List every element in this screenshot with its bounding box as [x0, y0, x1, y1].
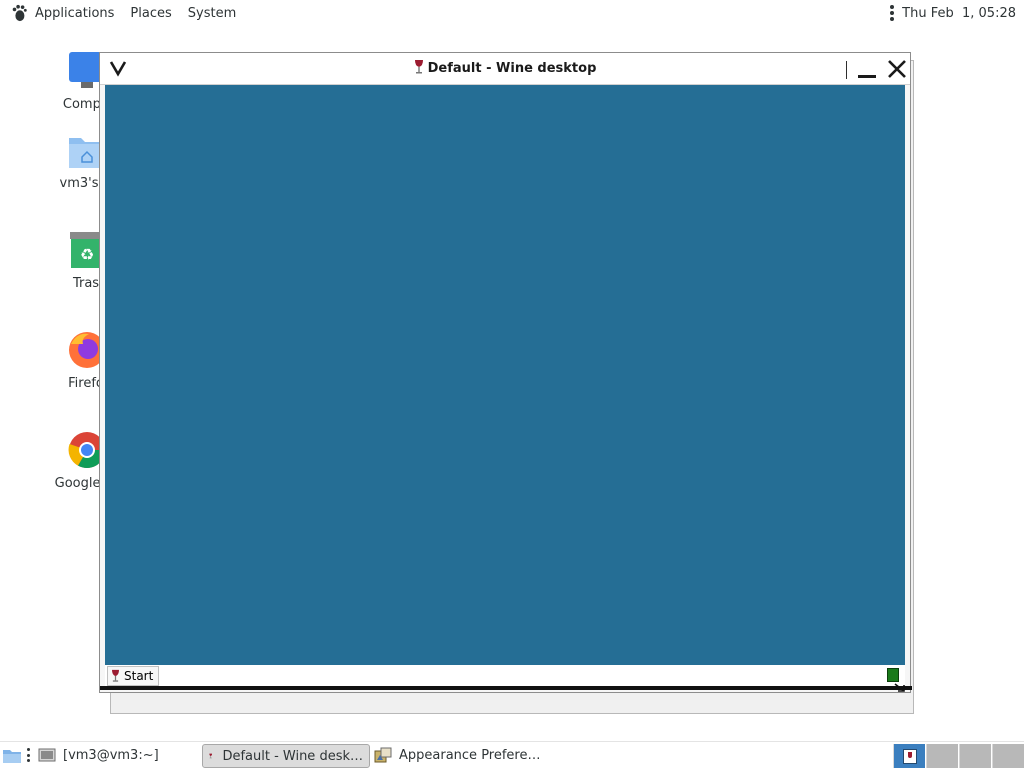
titlebar-separator	[846, 61, 847, 79]
panel-handle-icon[interactable]	[27, 742, 31, 768]
show-desktop-button[interactable]	[2, 742, 22, 768]
show-desktop-icon	[3, 750, 21, 763]
workspace-4[interactable]	[992, 744, 1024, 768]
window-bottom-border	[100, 686, 912, 690]
svg-text:♻: ♻	[80, 245, 94, 264]
wine-desktop-window[interactable]: Default - Wine desktop Start	[99, 52, 912, 693]
wine-glass-icon	[414, 60, 423, 74]
minimize-icon[interactable]	[856, 61, 878, 79]
task-wine-desktop[interactable]: Default - Wine desk…	[202, 744, 370, 768]
task-terminal[interactable]: [vm3@vm3:~]	[38, 742, 159, 768]
wine-glass-icon	[209, 753, 213, 759]
task-appearance-preferences[interactable]: Appearance Prefere…	[374, 742, 541, 768]
start-label: Start	[124, 669, 154, 683]
window-title: Default - Wine desktop	[100, 53, 910, 84]
workspace-2[interactable]	[926, 744, 958, 768]
terminal-icon	[38, 748, 56, 762]
bottom-panel: [vm3@vm3:~] Default - Wine desk… Appeara…	[0, 741, 1024, 768]
applications-menu[interactable]: Applications	[35, 6, 114, 21]
system-menu[interactable]: System	[188, 6, 236, 21]
resize-grip-icon[interactable]	[893, 682, 907, 692]
panel-handle-icon[interactable]	[890, 5, 895, 21]
wine-desktop-area[interactable]	[105, 85, 905, 665]
task-label: [vm3@vm3:~]	[63, 747, 159, 763]
top-panel: Applications Places System Thu Feb 1, 05…	[0, 0, 1024, 26]
wine-taskbar: Start	[105, 665, 905, 686]
workspace-3[interactable]	[959, 744, 991, 768]
gnome-foot-icon[interactable]	[10, 4, 28, 22]
systray-icon[interactable]	[887, 668, 899, 682]
workspace-1[interactable]	[893, 744, 925, 768]
appearance-icon	[374, 747, 392, 763]
task-label: Default - Wine desk…	[222, 748, 363, 764]
wine-glass-icon	[112, 669, 119, 682]
task-label: Appearance Prefere…	[399, 747, 541, 763]
places-menu[interactable]: Places	[130, 6, 171, 21]
window-title-text: Default - Wine desktop	[427, 61, 597, 76]
clock[interactable]: Thu Feb 1, 05:28	[902, 6, 1016, 21]
start-button[interactable]: Start	[107, 666, 160, 686]
window-titlebar[interactable]: Default - Wine desktop	[100, 53, 910, 85]
close-icon[interactable]	[886, 58, 908, 80]
